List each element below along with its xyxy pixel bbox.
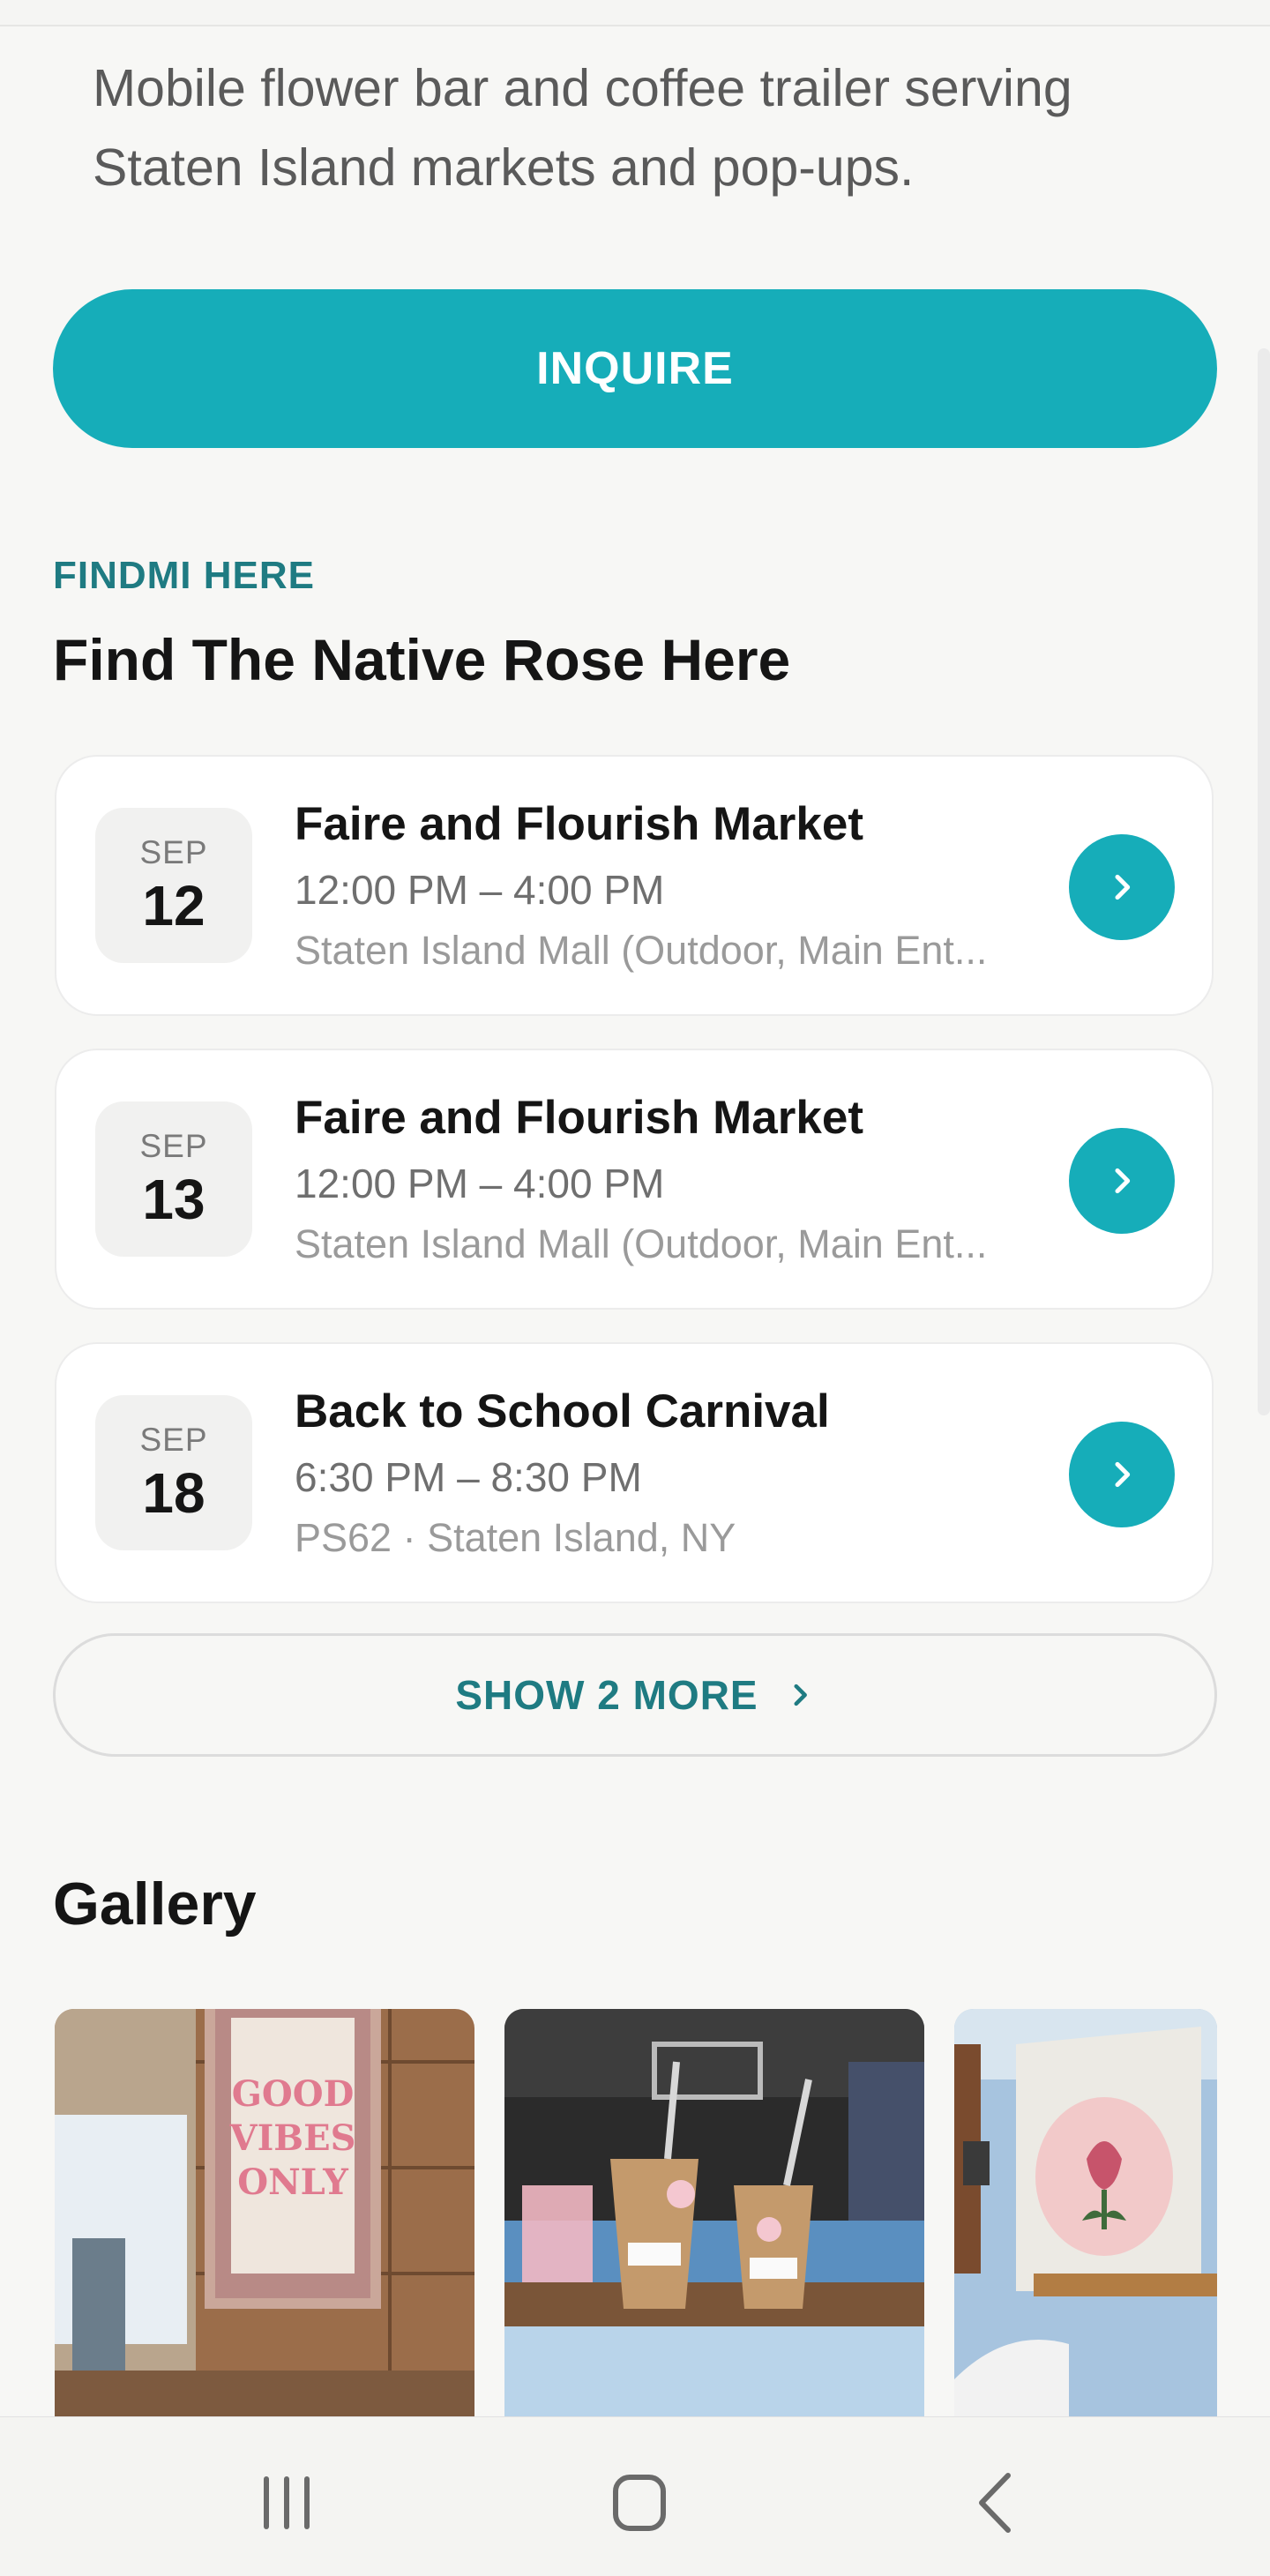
section-eyebrow: FINDMI HERE — [53, 554, 315, 597]
event-day: 12 — [142, 874, 205, 937]
event-date-badge: SEP 18 — [95, 1395, 252, 1550]
sign-photo-illustration: GOOD VIBES ONLY — [55, 2009, 474, 2416]
gallery-photo-trailer[interactable] — [954, 2009, 1217, 2416]
show-more-button[interactable]: SHOW 2 MORE — [53, 1633, 1217, 1757]
event-location: Staten Island Mall (Outdoor, Main Ent... — [295, 928, 988, 973]
business-description: Mobile flower bar and coffee trailer ser… — [93, 59, 1072, 197]
scrollbar[interactable] — [1258, 348, 1270, 1415]
event-card[interactable]: SEP 12 Faire and Flourish Market 12:00 P… — [55, 755, 1214, 1016]
event-card[interactable]: SEP 18 Back to School Carnival 6:30 PM –… — [55, 1342, 1214, 1603]
event-time: 12:00 PM – 4:00 PM — [295, 1161, 665, 1206]
gallery-heading: Gallery — [53, 1870, 257, 1938]
find-section-heading: Find The Native Rose Here — [53, 627, 791, 692]
event-time: 12:00 PM – 4:00 PM — [295, 867, 665, 913]
top-divider — [0, 0, 1270, 26]
gallery-photo-coffee[interactable] — [504, 2009, 924, 2416]
event-month: SEP — [139, 834, 208, 870]
home-icon[interactable] — [600, 2463, 679, 2542]
event-open-button[interactable] — [1069, 1422, 1175, 1527]
event-day: 18 — [142, 1461, 205, 1525]
event-open-button[interactable] — [1069, 834, 1175, 940]
event-card[interactable]: SEP 13 Faire and Flourish Market 12:00 P… — [55, 1049, 1214, 1310]
recent-apps-icon[interactable] — [247, 2463, 326, 2542]
sign-text-line-3: ONLY — [237, 2162, 348, 2203]
show-more-label: SHOW 2 MORE — [455, 1672, 758, 1718]
event-month: SEP — [139, 1422, 208, 1458]
back-icon[interactable] — [957, 2463, 1036, 2542]
event-title: Faire and Flourish Market — [295, 1092, 863, 1144]
event-title: Back to School Carnival — [295, 1385, 830, 1437]
event-location: Staten Island Mall (Outdoor, Main Ent... — [295, 1221, 988, 1266]
event-date-badge: SEP 13 — [95, 1101, 252, 1257]
event-time: 6:30 PM – 8:30 PM — [295, 1454, 642, 1500]
chevron-right-icon — [1115, 874, 1131, 900]
event-location: PS62 · Staten Island, NY — [295, 1515, 736, 1560]
event-title: Faire and Flourish Market — [295, 798, 863, 850]
inquire-button[interactable]: INQUIRE — [53, 289, 1217, 448]
chevron-right-icon — [794, 1684, 807, 1706]
gallery-photo-sign[interactable]: GOOD VIBES ONLY — [55, 2009, 474, 2416]
chevron-right-icon — [1115, 1461, 1131, 1488]
event-open-button[interactable] — [1069, 1128, 1175, 1234]
system-nav-bar — [0, 2416, 1270, 2576]
coffee-photo-illustration — [504, 2009, 924, 2416]
event-day: 13 — [142, 1168, 205, 1231]
event-month: SEP — [139, 1128, 208, 1164]
event-date-badge: SEP 12 — [95, 808, 252, 963]
sign-text-line-1: GOOD — [232, 2073, 355, 2115]
sign-text-line-2: VIBES — [229, 2117, 356, 2159]
chevron-right-icon — [1115, 1168, 1131, 1194]
trailer-photo-illustration — [954, 2009, 1217, 2416]
